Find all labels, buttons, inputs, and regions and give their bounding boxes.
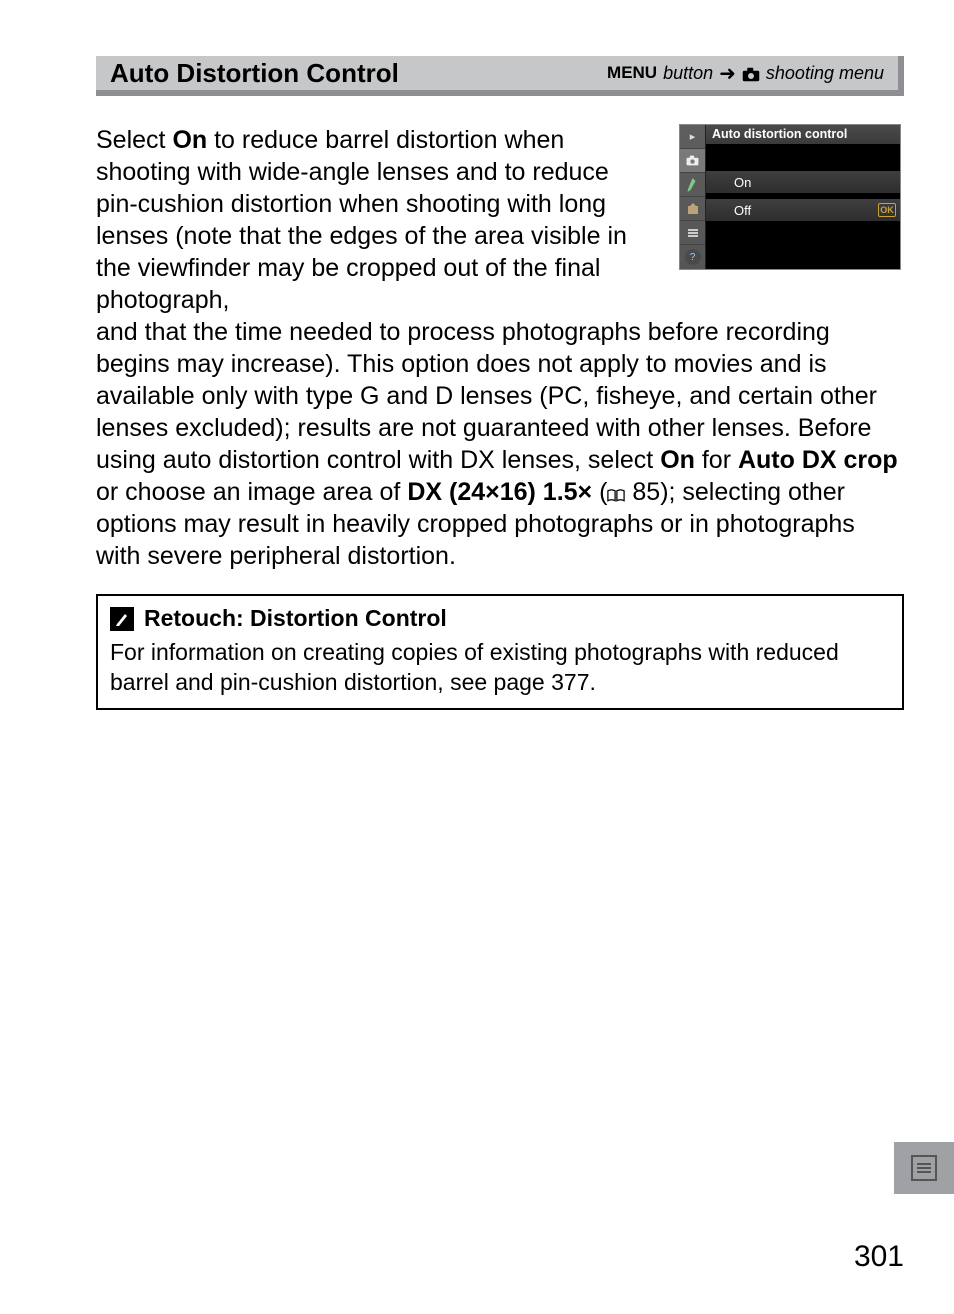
- callout-header: Retouch: Distortion Control: [110, 604, 890, 634]
- lcd-option-off: Off OK: [706, 198, 900, 222]
- shooting-icon: [680, 149, 705, 173]
- p2-dx: DX (24×16) 1.5×: [407, 478, 592, 506]
- callout-box: Retouch: Distortion Control For informat…: [96, 594, 904, 710]
- lcd-main: Auto distortion control On Off OK: [706, 125, 900, 269]
- retouch-tab-icon: [680, 197, 705, 221]
- page-number: 301: [854, 1240, 904, 1274]
- lcd-title: Auto distortion control: [706, 125, 900, 144]
- menu-word: MENU: [607, 63, 657, 83]
- playback-icon: ▸: [680, 125, 705, 149]
- camera-icon: [742, 66, 760, 81]
- lcd-gap-bottom: [706, 226, 900, 252]
- lcd-off-label: Off: [734, 203, 751, 218]
- p1-tail: to reduce barrel distortion when shootin…: [96, 126, 627, 314]
- arrow-icon: ➜: [719, 61, 736, 86]
- p2-d: (: [592, 478, 607, 506]
- help-icon: ?: [685, 249, 701, 265]
- p2-autodx: Auto DX crop: [738, 446, 898, 474]
- mymenu-icon: [680, 221, 705, 245]
- p2-on: On: [660, 446, 695, 474]
- pencil-icon: [680, 173, 705, 197]
- p1-on: On: [172, 126, 207, 154]
- header-breadcrumb: MENU button ➜ shooting menu: [607, 61, 884, 86]
- callout-body: For information on creating copies of ex…: [110, 638, 890, 698]
- side-tab: [894, 1142, 954, 1194]
- button-word: button: [663, 63, 713, 84]
- book-icon: [607, 478, 625, 492]
- p1-a: Select: [96, 126, 172, 154]
- lcd-option-on: On: [706, 170, 900, 194]
- lcd-screenshot-wrap: ▸ ? Auto distortion co: [679, 124, 904, 316]
- lcd-gap: [706, 144, 900, 170]
- body-paragraph-2: and that the time needed to process phot…: [96, 316, 904, 572]
- body-paragraph-1: Select On to reduce barrel distortion wh…: [96, 124, 649, 316]
- section-header: Auto Distortion Control MENU button ➜ sh…: [96, 56, 904, 96]
- lcd-sidebar: ▸ ?: [680, 125, 706, 269]
- shooting-menu-word: shooting menu: [766, 63, 884, 84]
- p2-b: for: [695, 446, 738, 474]
- callout-title: Retouch: Distortion Control: [144, 604, 447, 634]
- p2-c: or choose an image area of: [96, 478, 407, 506]
- menu-list-icon: [911, 1155, 937, 1181]
- lcd-on-label: On: [734, 175, 751, 190]
- ok-icon: OK: [878, 203, 896, 217]
- section-title: Auto Distortion Control: [110, 58, 399, 89]
- note-icon: [110, 607, 134, 631]
- lcd-frame: ▸ ? Auto distortion co: [679, 124, 901, 270]
